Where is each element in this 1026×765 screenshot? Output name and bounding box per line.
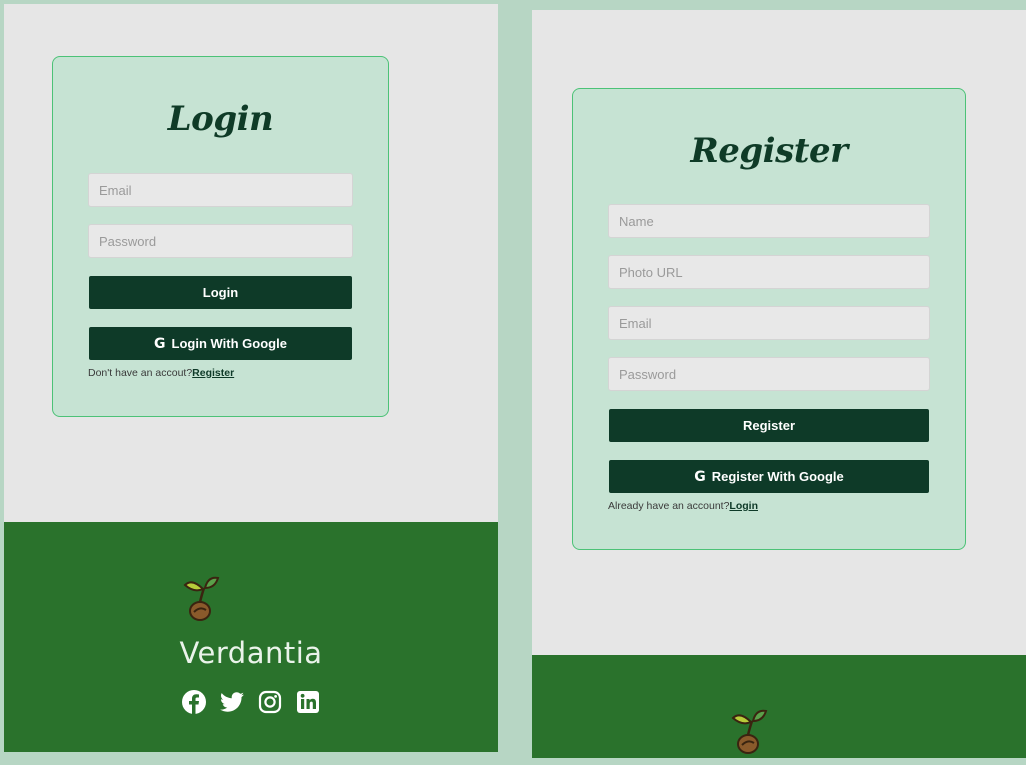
social-links: [4, 689, 498, 715]
google-icon: G: [694, 468, 706, 485]
login-link[interactable]: Login: [729, 500, 758, 512]
twitter-icon[interactable]: [219, 689, 245, 715]
footer: Verdantia: [4, 522, 498, 752]
login-prompt-text: Already have an account?: [608, 500, 730, 512]
linkedin-icon[interactable]: [295, 689, 321, 715]
login-page: Login Login G Login With Google Don't ha…: [4, 4, 498, 752]
login-google-label: Login With Google: [171, 336, 287, 351]
login-prompt: Already have an account?Login: [608, 500, 758, 512]
register-button[interactable]: Register: [609, 409, 929, 442]
register-google-label: Register With Google: [711, 469, 844, 484]
register-prompt-text: Don't have an accout?: [88, 367, 193, 379]
register-title: Register: [690, 131, 848, 171]
google-icon: G: [154, 335, 166, 352]
email-input[interactable]: [88, 173, 353, 207]
email-input[interactable]: [608, 306, 930, 340]
password-input[interactable]: [608, 357, 930, 391]
sprout-logo-icon: [183, 576, 220, 621]
brand-name: Verdantia: [179, 636, 323, 670]
register-button-label: Register: [742, 418, 796, 433]
login-card: Login Login G Login With Google Don't ha…: [52, 56, 389, 417]
facebook-icon[interactable]: [181, 689, 207, 715]
register-prompt: Don't have an accout?Register: [88, 367, 234, 379]
footer: [532, 655, 1026, 758]
sprout-logo-icon: [731, 709, 768, 754]
name-input[interactable]: [608, 204, 930, 238]
register-page: Register Register G Register With Google…: [532, 10, 1026, 758]
register-with-google-button[interactable]: G Register With Google: [609, 460, 929, 493]
login-with-google-button[interactable]: G Login With Google: [89, 327, 352, 360]
register-card: Register Register G Register With Google…: [572, 88, 966, 550]
password-input[interactable]: [88, 224, 353, 258]
register-link[interactable]: Register: [192, 367, 234, 379]
login-button-label: Login: [202, 285, 239, 300]
login-button[interactable]: Login: [89, 276, 352, 309]
instagram-icon[interactable]: [257, 689, 283, 715]
login-title: Login: [167, 99, 274, 139]
photo-url-input[interactable]: [608, 255, 930, 289]
